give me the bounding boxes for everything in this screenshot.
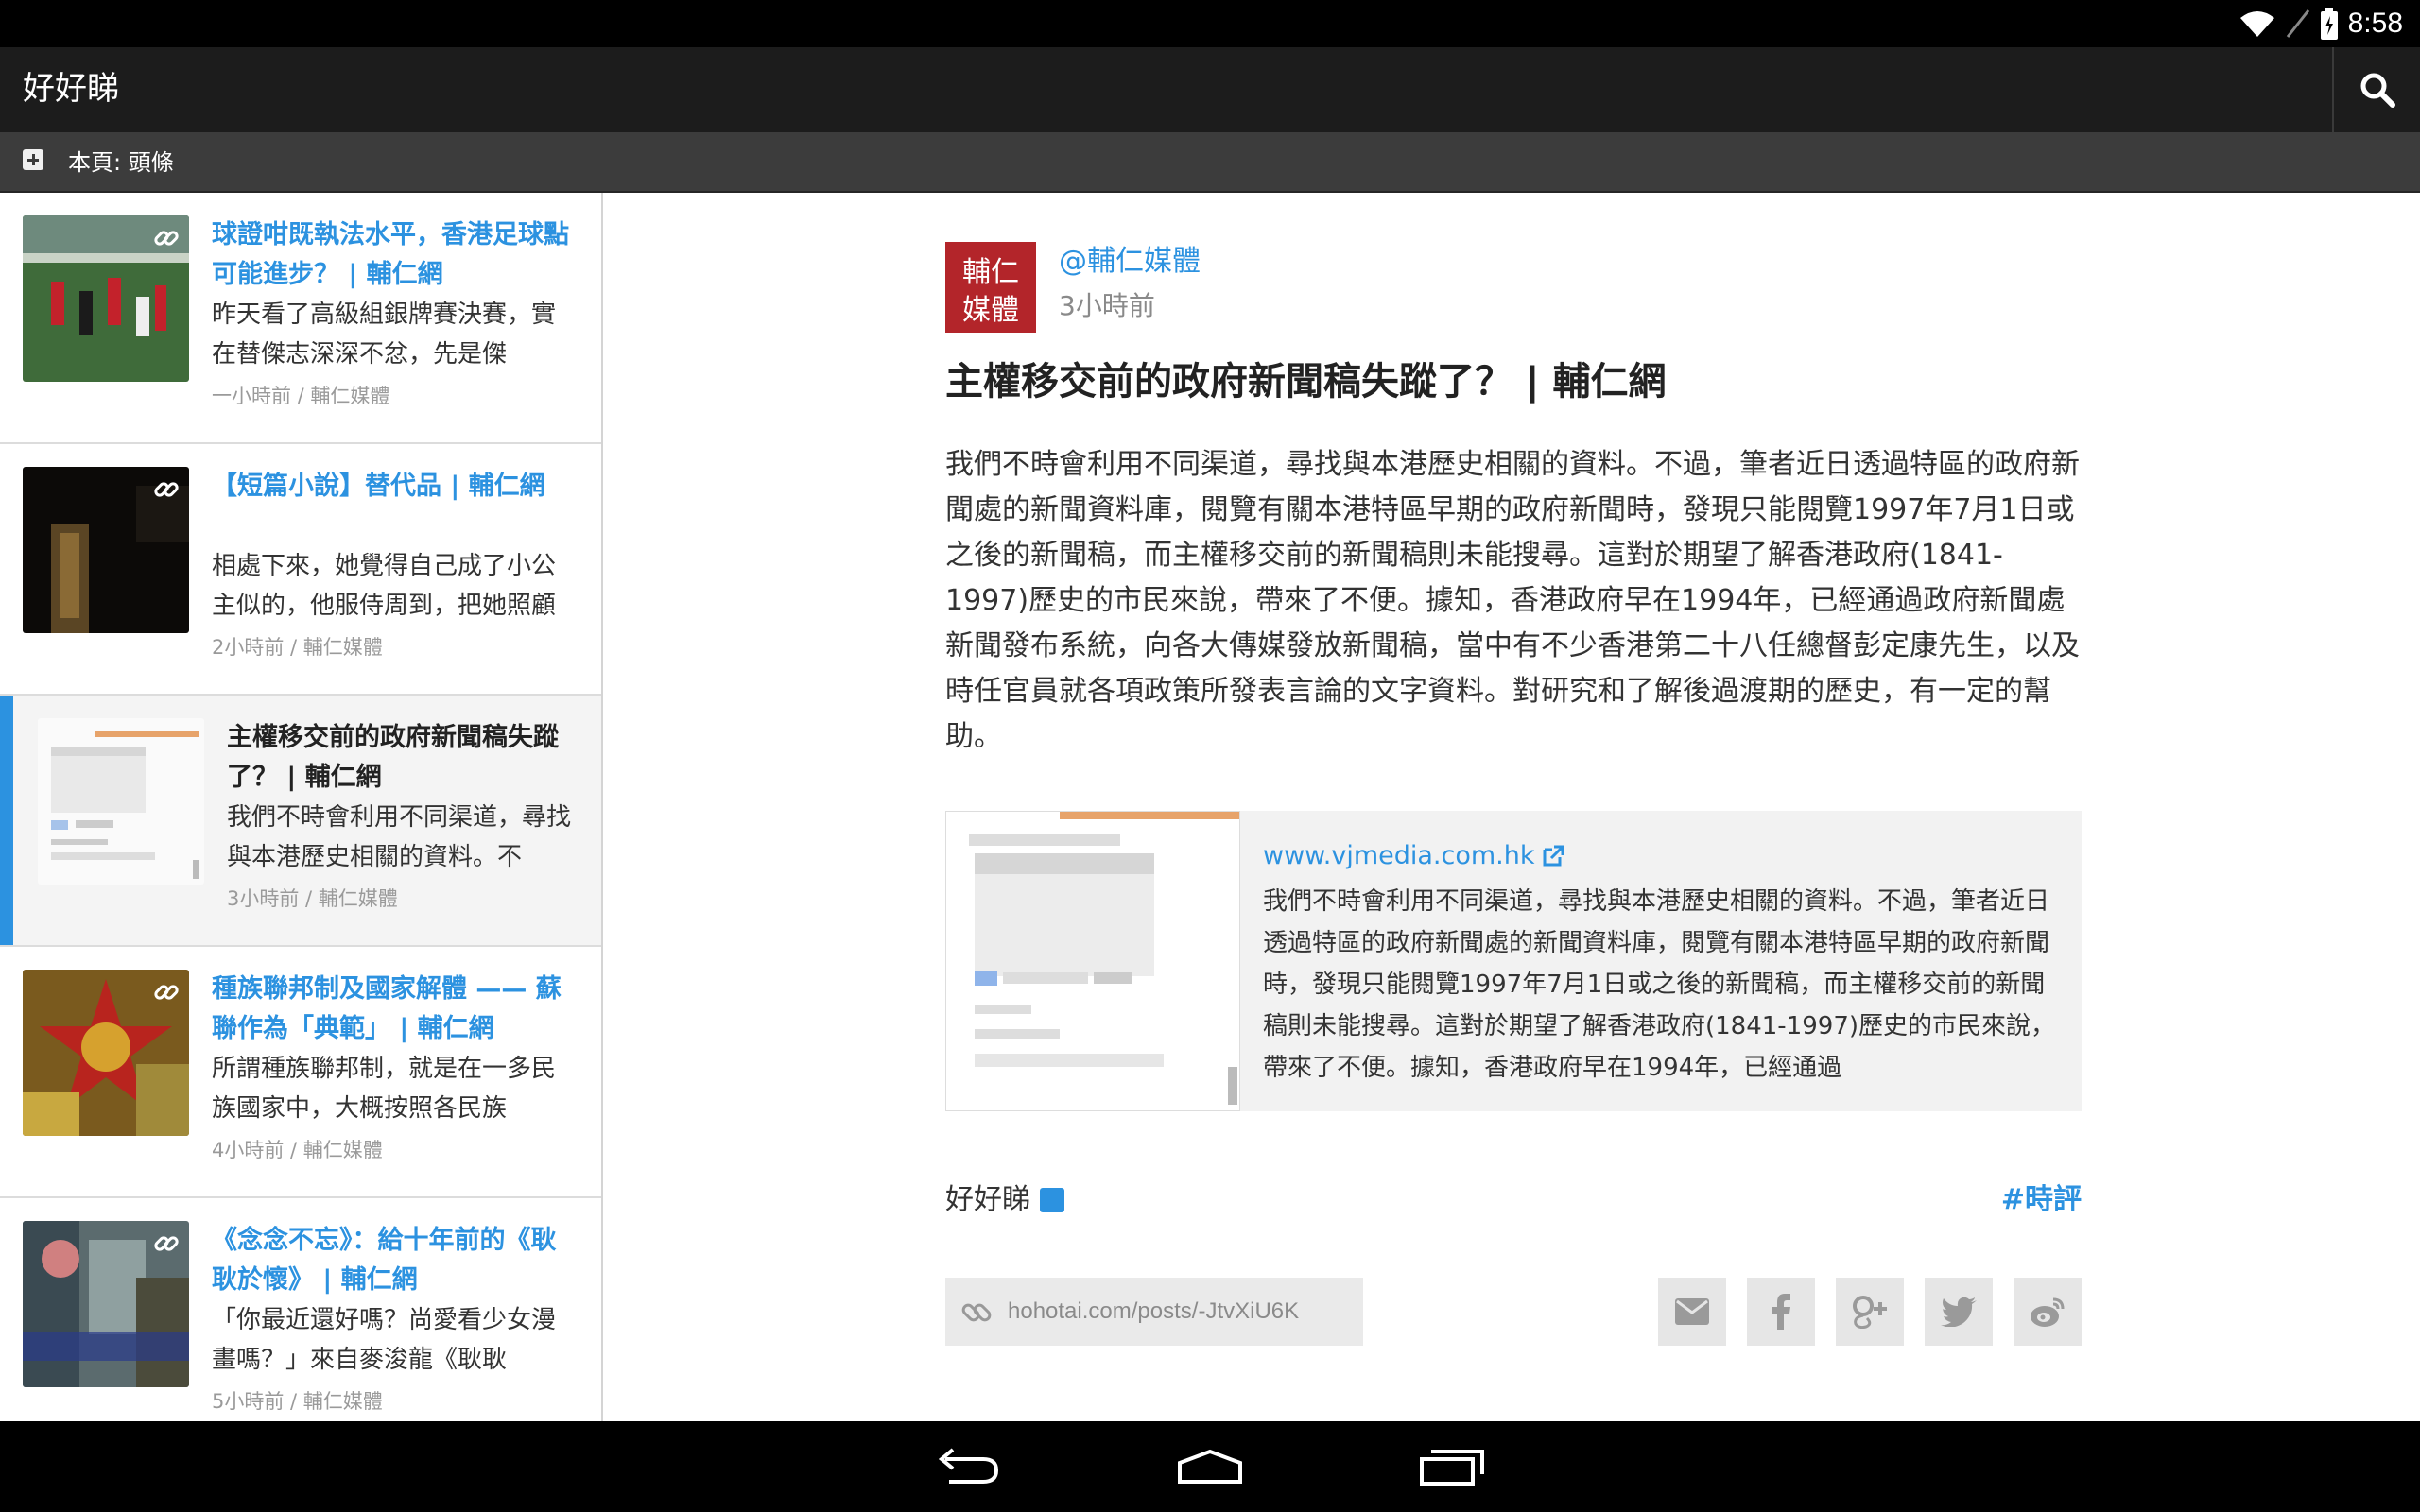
- action-divider: [2332, 47, 2334, 132]
- feed-thumbnail: [23, 970, 189, 1136]
- share-twitter-button[interactable]: [1925, 1278, 1993, 1346]
- selection-indicator: [0, 696, 13, 945]
- link-preview-url-text[interactable]: www.vjmedia.com.hk: [1263, 839, 1535, 873]
- author-name[interactable]: @輔仁媒體: [1059, 242, 1201, 282]
- home-button[interactable]: [1153, 1436, 1267, 1497]
- feed-item-meta: 4小時前 / 輔仁媒體: [212, 1139, 383, 1161]
- action-bar: 好好睇: [0, 47, 2420, 132]
- link-preview-thumbnail: [945, 811, 1240, 1111]
- home-icon: [1178, 1449, 1242, 1484]
- current-page-label: 本頁: 頭條: [68, 149, 174, 176]
- battery-icon: [2320, 8, 2338, 40]
- status-bar: 8:58: [0, 0, 2420, 47]
- page-selector-bar[interactable]: 本頁: 頭條: [0, 132, 2420, 193]
- source-name[interactable]: 好好睇: [945, 1179, 1030, 1221]
- source-label[interactable]: 好好睇: [945, 1179, 1064, 1221]
- avatar-seal-text-2: 媒體: [962, 294, 1019, 327]
- feed-item-title[interactable]: 《念念不忘》：給十年前的《耿耿於懷》 | 輔仁網: [212, 1221, 571, 1300]
- recent-apps-icon: [1420, 1450, 1484, 1486]
- feed-item-snippet: 相處下來，她覺得自己成了小公主似的，他服侍周到，把她照顧得無微不至。他在一間頗: [212, 552, 557, 620]
- feed-thumbnail: [38, 718, 204, 885]
- feed-list[interactable]: 球證咁既執法水平，香港足球點可能進步？ | 輔仁網 昨天看了高級組銀牌賽決賽，實…: [0, 193, 603, 1421]
- feed-item-snippet: 所謂種族聯邦制，就是在一多民族國家中，大概按照各民族: [212, 1055, 557, 1123]
- feed-item-meta: 一小時前 / 輔仁媒體: [212, 385, 390, 407]
- share-url-box[interactable]: [945, 1278, 1363, 1346]
- external-link-icon: [1543, 845, 1564, 867]
- link-icon: [154, 985, 179, 1000]
- feed-thumbnail: [23, 1221, 189, 1387]
- link-preview-description: 我們不時會利用不同渠道，尋找與本港歷史相關的資料。不過，筆者近日透過特區的政府新…: [1263, 887, 2056, 1082]
- link-preview-card[interactable]: www.vjmedia.com.hk 我們不時會利用不同渠道，尋找與本港歷史相關…: [945, 811, 2082, 1111]
- feed-item-meta: 3小時前 / 輔仁媒體: [227, 887, 398, 910]
- link-icon: [154, 1236, 179, 1251]
- feed-item-meta: 2小時前 / 輔仁媒體: [212, 636, 383, 659]
- link-icon: [154, 231, 179, 246]
- plus-square-icon[interactable]: [23, 149, 43, 170]
- chain-link-icon: [961, 1303, 992, 1322]
- search-icon: [2360, 73, 2395, 108]
- article-title: 主權移交前的政府新聞稿失蹤了？ | 輔仁網: [945, 360, 1667, 404]
- twitter-icon: [1941, 1297, 1977, 1327]
- feed-item-title[interactable]: 球證咁既執法水平，香港足球點可能進步？ | 輔仁網: [212, 215, 571, 295]
- app-title: 好好睇: [23, 70, 119, 108]
- wifi-icon: [2239, 11, 2274, 37]
- share-weibo-button[interactable]: [2014, 1278, 2082, 1346]
- content-area: 球證咁既執法水平，香港足球點可能進步？ | 輔仁網 昨天看了高級組銀牌賽決賽，實…: [0, 193, 2420, 1421]
- feed-item[interactable]: 種族聯邦制及國家解體 —— 蘇聯作為「典範」 | 輔仁網 所謂種族聯邦制，就是在…: [0, 947, 601, 1198]
- feed-thumbnail: [23, 215, 189, 382]
- feed-item-snippet: 昨天看了高級組銀牌賽決賽，實在替傑志深深不忿，先是傑: [212, 301, 557, 369]
- google-plus-icon: [1853, 1296, 1887, 1329]
- feed-item-snippet: 我們不時會利用不同渠道，尋找與本港歷史相關的資料。不: [227, 803, 572, 871]
- clock: 8:58: [2347, 8, 2403, 39]
- link-preview-url[interactable]: www.vjmedia.com.hk: [1263, 839, 1565, 873]
- share-facebook-button[interactable]: [1747, 1278, 1815, 1346]
- link-icon: [154, 482, 179, 497]
- feed-item-title[interactable]: 主權移交前的政府新聞稿失蹤了？ | 輔仁網: [227, 718, 586, 798]
- share-url-input[interactable]: [1008, 1291, 1348, 1332]
- back-icon: [938, 1448, 999, 1484]
- feed-item-title[interactable]: 種族聯邦制及國家解體 —— 蘇聯作為「典範」 | 輔仁網: [212, 970, 571, 1049]
- recent-apps-button[interactable]: [1395, 1436, 1509, 1497]
- author-avatar[interactable]: 輔仁 媒體: [945, 242, 1036, 333]
- share-googleplus-button[interactable]: [1836, 1278, 1904, 1346]
- envelope-icon: [1675, 1298, 1709, 1325]
- feed-item-title[interactable]: 【短篇小說】替代品 | 輔仁網: [212, 467, 571, 507]
- back-button[interactable]: [911, 1436, 1025, 1497]
- avatar-seal-text: 輔仁: [962, 256, 1019, 289]
- feed-item[interactable]: 球證咁既執法水平，香港足球點可能進步？ | 輔仁網 昨天看了高級組銀牌賽決賽，實…: [0, 193, 601, 444]
- article-detail: 輔仁 媒體 @輔仁媒體 3小時前 主權移交前的政府新聞稿失蹤了？ | 輔仁網 我…: [605, 193, 2420, 1421]
- source-color-badge: [1040, 1188, 1064, 1212]
- navigation-bar: [0, 1421, 2420, 1512]
- feed-item-selected[interactable]: 主權移交前的政府新聞稿失蹤了？ | 輔仁網 我們不時會利用不同渠道，尋找與本港歷…: [0, 696, 601, 947]
- facebook-icon: [1772, 1294, 1790, 1330]
- feed-item-snippet: 「你最近還好嗎？尚愛看少女漫畫嗎？」來自麥浚龍《耿耿: [212, 1306, 557, 1374]
- feed-item[interactable]: 【短篇小說】替代品 | 輔仁網 相處下來，她覺得自己成了小公主似的，他服侍周到，…: [0, 444, 601, 696]
- article-body: 我們不時會利用不同渠道，尋找與本港歷史相關的資料。不過，筆者近日透過特區的政府新…: [945, 448, 2080, 753]
- feed-item[interactable]: 《念念不忘》：給十年前的《耿耿於懷》 | 輔仁網 「你最近還好嗎？尚愛看少女漫畫…: [0, 1198, 601, 1421]
- search-button[interactable]: [2335, 47, 2420, 132]
- share-email-button[interactable]: [1658, 1278, 1726, 1346]
- feed-item-meta: 5小時前 / 輔仁媒體: [212, 1390, 383, 1413]
- hashtag-link[interactable]: #時評: [2001, 1179, 2082, 1221]
- weibo-icon: [2031, 1297, 2065, 1327]
- post-time: 3小時前: [1059, 290, 1155, 321]
- no-sim-icon: [2286, 9, 2309, 38]
- feed-thumbnail: [23, 467, 189, 633]
